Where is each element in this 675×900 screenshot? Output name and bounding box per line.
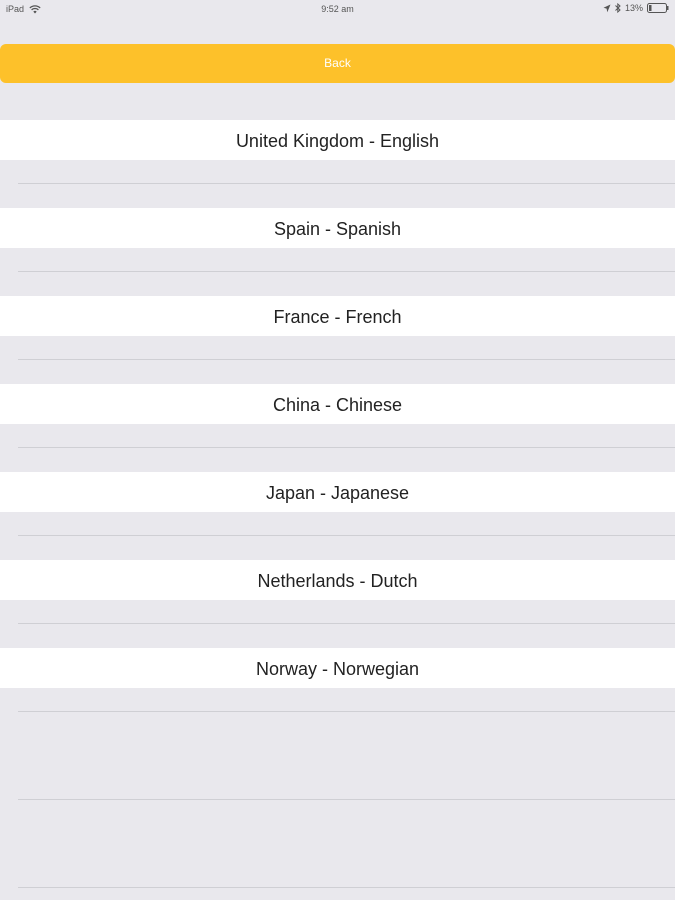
location-icon	[603, 4, 611, 13]
row-separator	[18, 447, 675, 448]
battery-percent: 13%	[624, 3, 643, 13]
list-item: Norway - Norwegian	[0, 648, 675, 736]
language-option-norway[interactable]: Norway - Norwegian	[0, 648, 675, 688]
status-right: 13%	[603, 3, 669, 13]
list-item: Netherlands - Dutch	[0, 560, 675, 648]
language-option-japan[interactable]: Japan - Japanese	[0, 472, 675, 512]
battery-icon	[647, 3, 669, 13]
row-separator	[18, 711, 675, 712]
language-option-spain[interactable]: Spain - Spanish	[0, 208, 675, 248]
status-time: 9:52 am	[321, 4, 354, 14]
row-separator	[18, 623, 675, 624]
list-item: France - French	[0, 296, 675, 384]
language-list: United Kingdom - English Spain - Spanish…	[0, 120, 675, 736]
list-item: Japan - Japanese	[0, 472, 675, 560]
row-separator	[18, 535, 675, 536]
status-bar: iPad 9:52 am 13%	[0, 0, 675, 20]
empty-row-separator	[18, 799, 675, 800]
bluetooth-icon	[615, 3, 621, 13]
list-item: United Kingdom - English	[0, 120, 675, 208]
row-separator	[18, 359, 675, 360]
language-option-netherlands[interactable]: Netherlands - Dutch	[0, 560, 675, 600]
language-option-united-kingdom[interactable]: United Kingdom - English	[0, 120, 675, 160]
empty-row-separator	[18, 887, 675, 888]
row-separator	[18, 271, 675, 272]
language-option-france[interactable]: France - French	[0, 296, 675, 336]
list-item: Spain - Spanish	[0, 208, 675, 296]
list-item: China - Chinese	[0, 384, 675, 472]
row-separator	[18, 183, 675, 184]
back-button[interactable]: Back	[0, 44, 675, 83]
language-option-china[interactable]: China - Chinese	[0, 384, 675, 424]
